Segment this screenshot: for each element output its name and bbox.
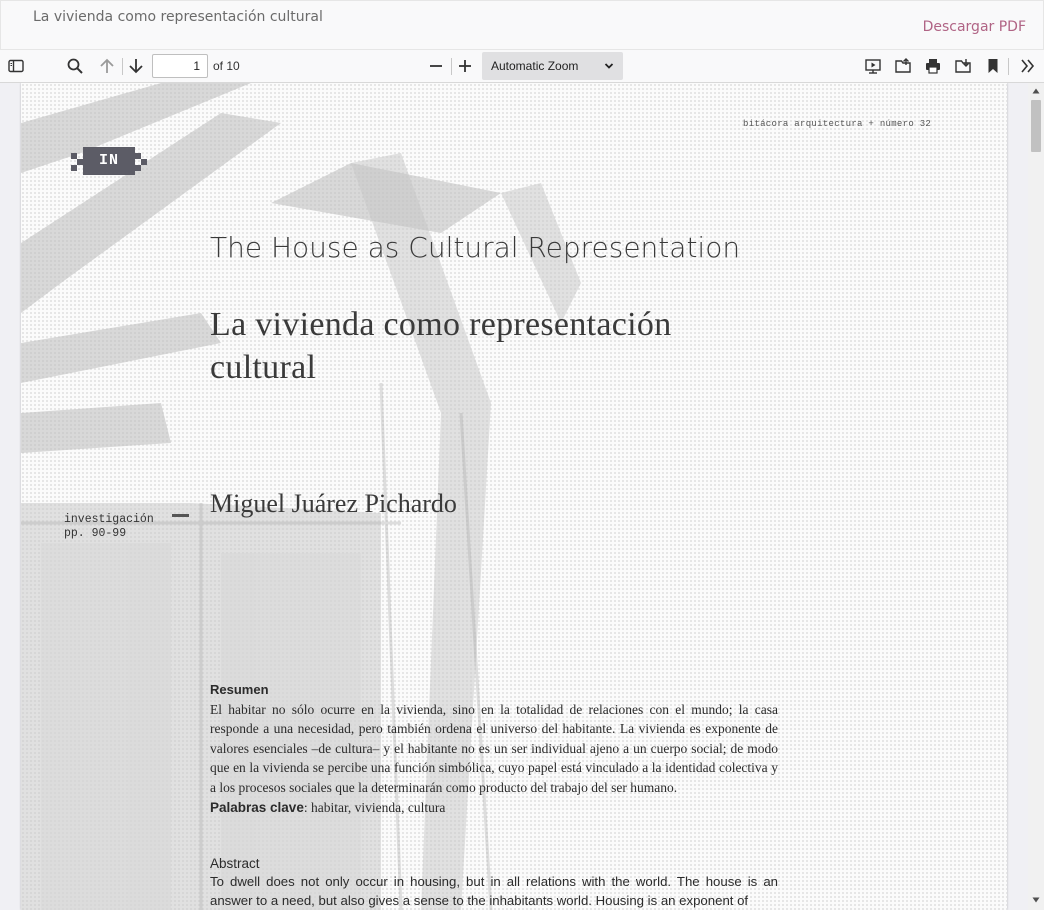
tools-button[interactable] [1015,54,1041,78]
keywords-label: Palabras clave [210,799,304,815]
presentation-icon [865,59,881,74]
zoom-in-button[interactable] [452,54,478,78]
download-pdf-link[interactable]: Descargar PDF [923,19,1026,35]
search-icon [67,58,83,74]
keywords-line: Palabras clave: habitar, vivienda, cultu… [210,798,778,818]
pdf-viewer[interactable]: bitácora arquitectura + número 32 IN The… [0,83,1044,910]
zoom-in-icon [459,60,471,72]
bookmark-button[interactable] [980,54,1006,78]
keywords-value: : habitar, vivienda, cultura [303,799,446,815]
scroll-up-icon[interactable] [1032,87,1040,95]
zoom-out-icon [430,65,442,67]
toolbar-separator [1008,58,1009,75]
arrow-up-icon [100,58,114,73]
sidebar-toggle-button[interactable] [3,54,29,78]
download-icon [955,59,971,73]
resumen-heading: Resumen [210,682,269,697]
presentation-mode-button[interactable] [860,54,886,78]
section-label: investigación pp. 90-99 [64,513,154,540]
abstract-block: Abstract To dwell does not only occur in… [210,855,778,910]
title-spanish: La vivienda como representación cultural [210,306,672,386]
header-bar: La vivienda como representación cultural… [0,0,1044,50]
abstract-heading: Abstract [210,856,260,871]
bookmark-icon [988,59,998,73]
previous-page-button[interactable] [94,54,120,78]
resumen-block: Resumen El habitar no sólo ocurre en la … [210,680,778,817]
chevron-down-icon [604,63,614,69]
download-button[interactable] [950,54,976,78]
print-button[interactable] [920,54,946,78]
tools-icon [1021,59,1035,73]
search-button[interactable] [62,54,88,78]
section-dash [172,514,189,517]
page-count-label: of 10 [213,59,240,73]
resumen-body: El habitar no sólo ocurre en la vivienda… [210,701,778,795]
vertical-scrollbar[interactable] [1028,83,1044,910]
sidebar-toggle-icon [8,59,24,73]
scroll-thumb[interactable] [1031,100,1041,152]
zoom-select-value: Automatic Zoom [491,59,579,73]
title-english: The House as Cultural Representation [210,231,741,264]
scroll-down-icon[interactable] [1032,896,1040,904]
next-page-button[interactable] [123,54,149,78]
pdf-page: bitácora arquitectura + número 32 IN The… [21,83,1007,910]
zoom-select[interactable]: Automatic Zoom [482,52,623,80]
page-number-input[interactable] [152,54,208,78]
arrow-down-icon [129,59,143,74]
open-file-button[interactable] [890,54,916,78]
open-file-icon [895,58,911,73]
document-title: La vivienda como representación cultural [33,9,323,25]
abstract-body: To dwell does not only occur in housing,… [210,874,778,908]
zoom-out-button[interactable] [423,54,449,78]
author-name: Miguel Juárez Pichardo [210,489,457,518]
print-icon [926,59,940,74]
pdf-toolbar: of 10 Automatic Zoom [0,50,1044,83]
journal-header: bitácora arquitectura + número 32 [743,119,932,129]
section-badge-label: IN [98,152,119,169]
